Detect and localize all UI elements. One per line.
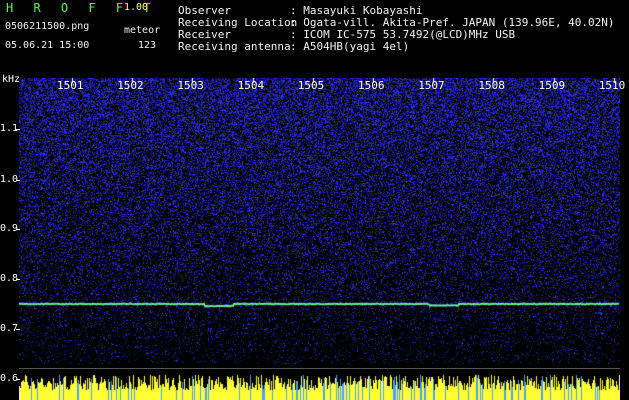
x-tick-label: 1506: [358, 79, 385, 92]
y-tick-mark: [16, 229, 20, 230]
location-key: Receiving Location: [178, 16, 298, 29]
mode-label: meteor: [124, 25, 161, 36]
observer-value: : Masayuki Kobayashi: [290, 4, 423, 17]
x-tick-label: 1507: [418, 79, 445, 92]
observer-key: Observer: [178, 4, 231, 17]
y-tick-mark: [16, 180, 20, 181]
receiver-value: : ICOM IC-575 53.7492(@LCD)MHz USB: [290, 28, 516, 41]
antenna-key: Receiving antenna: [178, 40, 291, 53]
count-label: 123: [138, 40, 157, 51]
x-tick-label: 1502: [117, 79, 144, 92]
y-tick-mark: [16, 129, 20, 130]
signal-level-bar: [19, 372, 620, 400]
y-tick-mark: [16, 329, 20, 330]
y-tick-mark: [16, 379, 20, 380]
x-tick-label: 1501: [57, 79, 84, 92]
y-tick-mark: [16, 279, 20, 280]
datetime-label: 05.06.21 15:00: [5, 40, 90, 51]
spectrogram: [19, 78, 620, 364]
antenna-value: : A504HB(yagi 4el): [290, 40, 410, 53]
filename-label: 0506211500.png: [5, 21, 90, 32]
receiver-key: Receiver: [178, 28, 231, 41]
separator-line: [19, 368, 620, 369]
x-tick-label: 1505: [297, 79, 325, 92]
y-unit-label: kHz: [2, 74, 21, 85]
location-value: : Ogata-vill. Akita-Pref. JAPAN (139.96E…: [290, 16, 615, 29]
x-tick-label: 1508: [478, 79, 505, 92]
x-tick-label: 1504: [237, 79, 265, 92]
x-tick-label: 1503: [177, 79, 204, 92]
x-tick-label: 1509: [538, 79, 566, 92]
version-label: 1.00: [124, 2, 149, 13]
x-tick-label: 1510: [598, 79, 626, 92]
